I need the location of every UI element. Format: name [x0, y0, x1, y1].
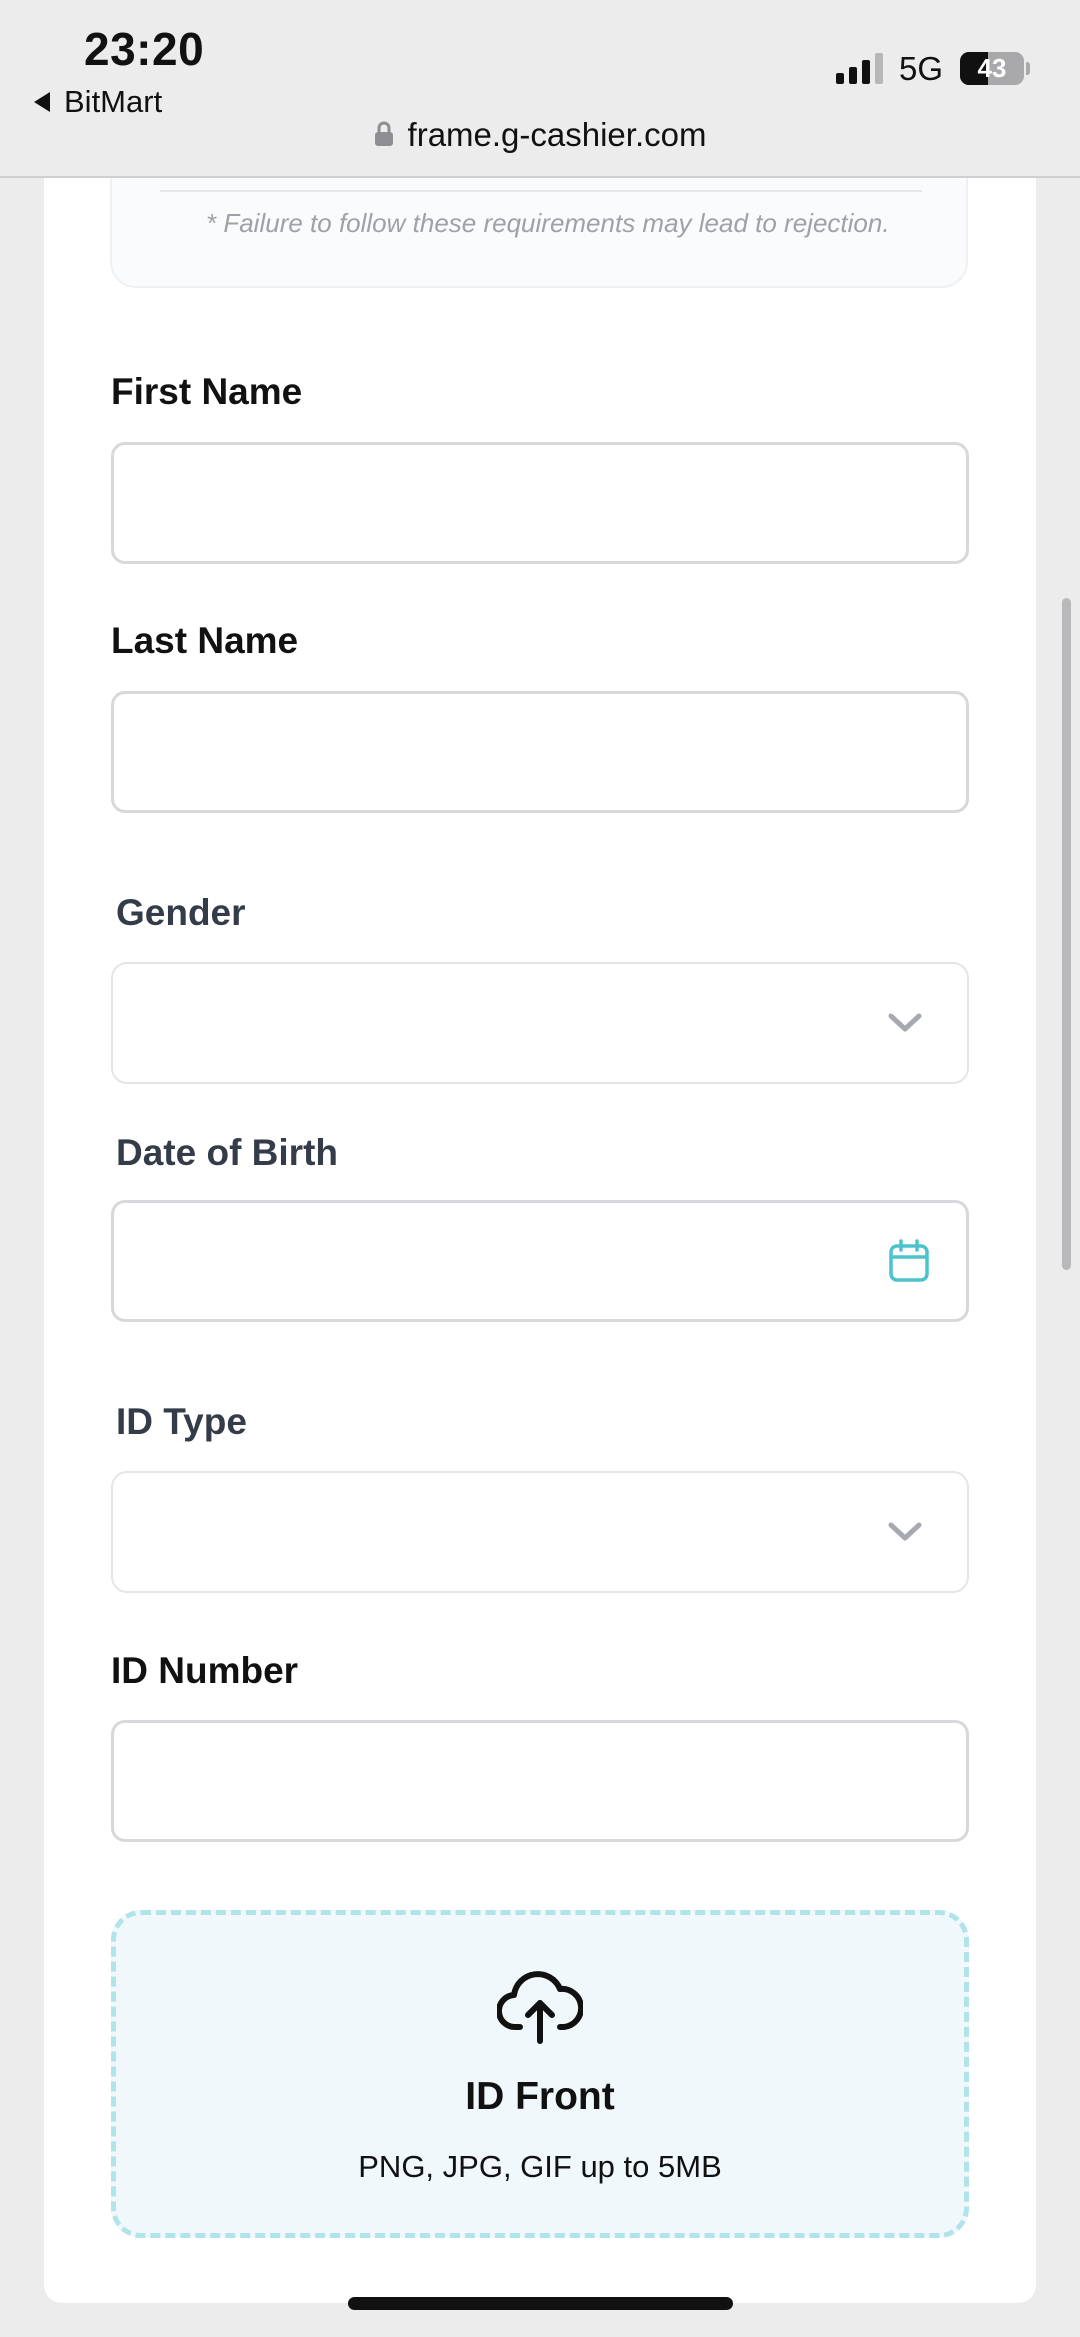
battery-icon: 43: [960, 52, 1024, 85]
lock-icon: [374, 121, 393, 146]
address-bar[interactable]: frame.g-cashier.com: [0, 116, 1080, 154]
chevron-down-icon: [888, 1013, 922, 1032]
battery-tip: [1026, 62, 1030, 75]
requirements-note: * Failure to follow these requirements m…: [206, 208, 890, 238]
id-number-input[interactable]: [114, 1723, 966, 1839]
requirements-divider: [160, 190, 922, 192]
calendar-icon[interactable]: [888, 1239, 930, 1283]
id-number-label: ID Number: [111, 1650, 299, 1691]
id-front-upload-dropzone[interactable]: ID Front PNG, JPG, GIF up to 5MB: [111, 1910, 969, 2238]
chevron-down-icon: [888, 1522, 922, 1541]
first-name-field[interactable]: [111, 442, 969, 564]
kyc-form-card: * Failure to follow these requirements m…: [44, 178, 1036, 2303]
first-name-label: First Name: [111, 371, 303, 412]
requirements-panel: * Failure to follow these requirements m…: [110, 178, 968, 288]
back-arrow-icon: [34, 92, 50, 112]
cellular-signal-icon: [836, 52, 883, 84]
upload-hint: PNG, JPG, GIF up to 5MB: [358, 2149, 722, 2184]
date-of-birth-label: Date of Birth: [116, 1132, 338, 1173]
back-app-label: BitMart: [64, 84, 163, 119]
back-to-app-link[interactable]: BitMart: [34, 84, 162, 120]
cloud-upload-icon: [497, 1971, 583, 2044]
date-of-birth-field[interactable]: [111, 1200, 969, 1322]
id-type-value: [113, 1473, 967, 1591]
status-time: 23:20: [84, 23, 205, 75]
first-name-input[interactable]: [114, 445, 966, 561]
last-name-label: Last Name: [111, 620, 299, 661]
id-number-field[interactable]: [111, 1720, 969, 1842]
last-name-input[interactable]: [114, 694, 966, 810]
date-of-birth-input[interactable]: [114, 1203, 966, 1319]
last-name-field[interactable]: [111, 691, 969, 813]
page-scrollbar[interactable]: [1062, 598, 1071, 1270]
battery-level: 43: [977, 53, 1007, 83]
gender-select[interactable]: [111, 962, 969, 1084]
id-type-select[interactable]: [111, 1471, 969, 1593]
network-type: 5G: [899, 50, 944, 87]
home-indicator[interactable]: [348, 2297, 733, 2310]
status-bar: 23:20 BitMart 5G 43 frame.g-cashier.com: [0, 0, 1080, 178]
id-type-label: ID Type: [116, 1401, 247, 1442]
gender-label: Gender: [116, 892, 246, 933]
url-text: frame.g-cashier.com: [407, 116, 707, 153]
gender-value: [113, 964, 967, 1082]
upload-title: ID Front: [465, 2075, 615, 2118]
